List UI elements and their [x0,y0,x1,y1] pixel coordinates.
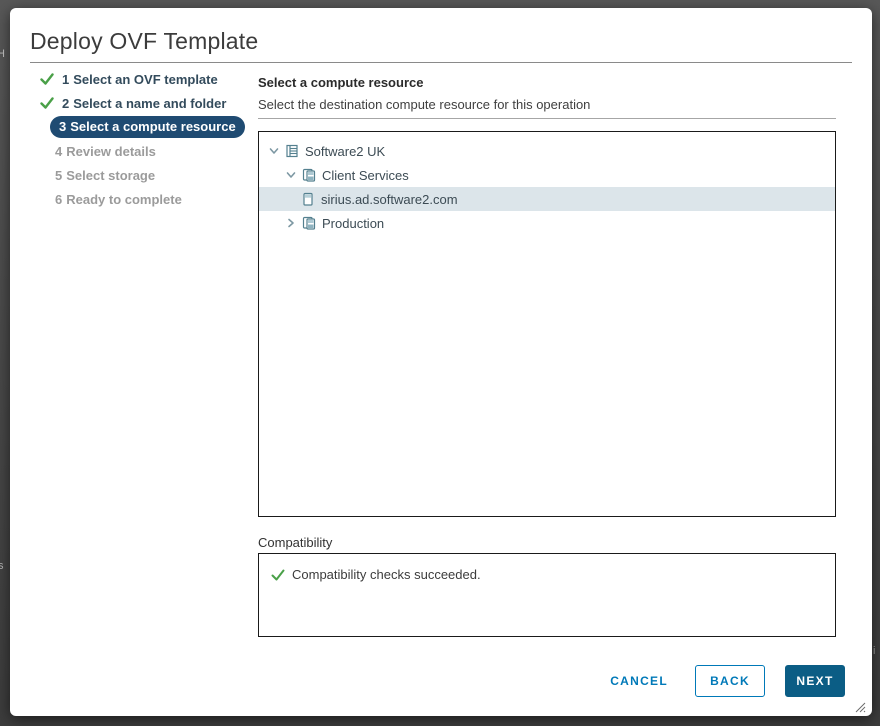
compatibility-message: Compatibility checks succeeded. [292,567,481,582]
next-button[interactable]: NEXT [785,665,845,697]
tree-item-label: Production [322,215,385,231]
compatibility-label: Compatibility [258,535,333,550]
background-text-fragment: i [873,645,876,657]
tree-item-label: Software2 UK [305,143,386,159]
cancel-button[interactable]: CANCEL [610,665,668,697]
cluster-icon [302,216,316,230]
resize-handle-icon[interactable] [854,700,866,713]
datacenter-icon [285,144,299,158]
step-label: 5 Select storage [55,167,156,183]
wizard-step-6[interactable]: 6 Ready to complete [10,187,260,211]
tree-item-cluster-production[interactable]: Production [259,211,835,235]
step-label: 4 Review details [55,143,156,159]
back-button[interactable]: BACK [695,665,765,697]
tree-item-label: Client Services [322,167,409,183]
tree-item-cluster-client-services[interactable]: Client Services [259,163,835,187]
wizard-step-5[interactable]: 5 Select storage [10,163,260,187]
wizard-step-4[interactable]: 4 Review details [10,139,260,163]
wizard-steps: 1 Select an OVF template 2 Select a name a… [10,67,260,211]
modal-backdrop: H s i Deploy OVF Template 1 Select an OVF… [0,0,880,726]
tree-item-host-selected[interactable]: sirius.ad.software2.com [259,187,835,211]
compute-resource-tree: Software2 UK Client Services sirius.ad.s… [258,131,836,517]
wizard-step-2[interactable]: 2 Select a name and folder [10,91,260,115]
wizard-step-3-current[interactable]: 3 Select a compute resource [10,115,260,139]
dialog-title: Deploy OVF Template [30,28,259,54]
chevron-down-icon[interactable] [267,144,281,158]
compatibility-status-row: Compatibility checks succeeded. [259,554,835,582]
step-label: 1 Select an OVF template [62,71,218,87]
background-text-fragment: s [0,560,4,572]
check-icon [271,568,285,582]
compatibility-box: Compatibility checks succeeded. [258,553,836,637]
host-icon [301,192,315,206]
dialog-footer: CANCEL BACK NEXT [610,665,845,697]
check-icon [40,96,54,110]
chevron-down-icon[interactable] [284,168,298,182]
step-label: 2 Select a name and folder [62,95,227,111]
active-step-pill: 3 Select a compute resource [50,116,245,138]
panel-heading: Select a compute resource [258,75,424,90]
check-icon [40,72,54,86]
chevron-right-icon[interactable] [284,216,298,230]
background-text-fragment: H [0,48,5,60]
deploy-ovf-template-dialog: Deploy OVF Template 1 Select an OVF templ… [10,8,872,716]
tree-item-label: sirius.ad.software2.com [321,191,458,207]
title-divider [30,62,852,63]
panel-divider [258,118,836,119]
wizard-step-1[interactable]: 1 Select an OVF template [10,67,260,91]
cluster-icon [302,168,316,182]
step-label: 6 Ready to complete [55,191,182,207]
panel-subheading: Select the destination compute resource … [258,97,591,112]
tree-item-datacenter[interactable]: Software2 UK [259,139,835,163]
